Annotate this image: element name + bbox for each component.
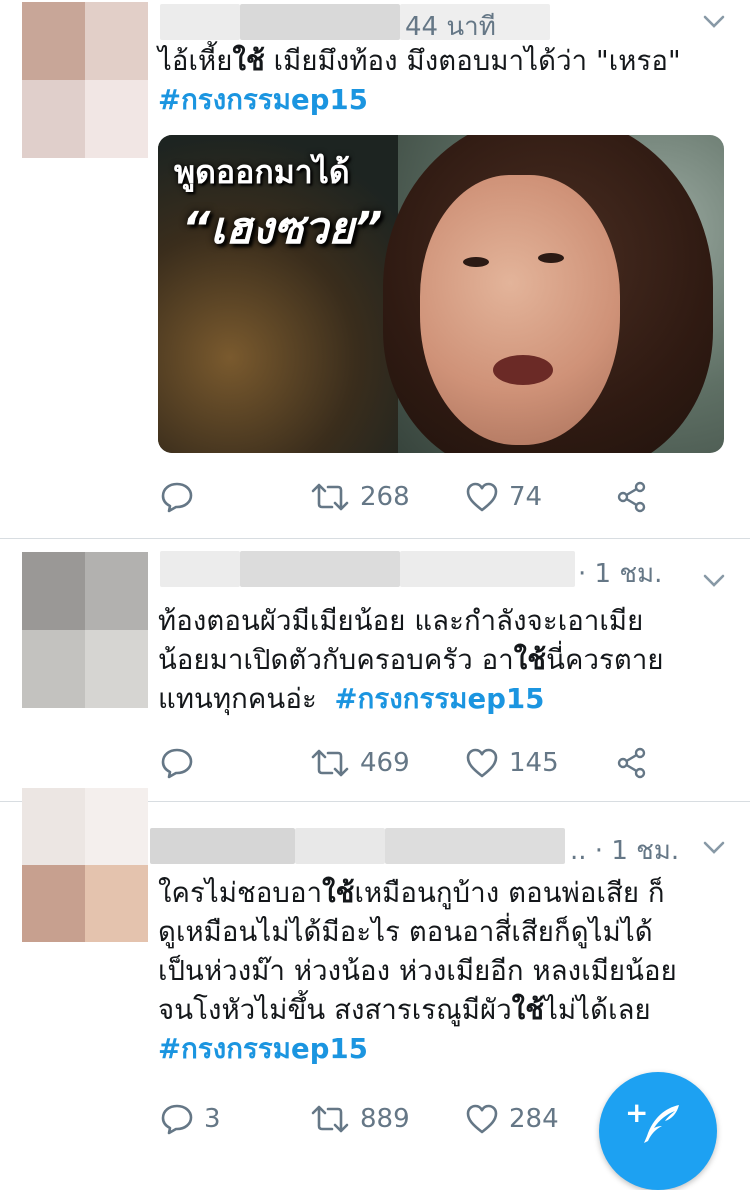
chevron-down-icon[interactable] — [696, 830, 732, 866]
retweet-button[interactable]: 889 — [310, 1099, 410, 1139]
handle-blurred[interactable] — [295, 828, 385, 864]
avatar[interactable] — [22, 2, 148, 158]
retweet-icon — [310, 482, 350, 512]
text-segment: จนโงหัวไม่ขึ้น สงสารเรณูมีผัว — [158, 994, 512, 1026]
action-bar: 3 889 284 — [160, 1099, 660, 1139]
text-segment-bold: ใช้ — [232, 45, 265, 77]
mouth — [493, 355, 553, 385]
tweet-text-line: จนโงหัวไม่ขึ้น สงสารเรณูมีผัวใช้ไม่ได้เล… — [158, 991, 732, 1030]
tweet-text-line: เป็นห่วงม๊า ห่วงน้อง ห่วงเมียอีก หลงเมีย… — [158, 952, 732, 991]
eye-left — [463, 257, 489, 267]
handle-blurred-2[interactable] — [400, 551, 575, 587]
text-segment: ท้องตอนผัวมีเมียน้อย และกำลังจะเอาเมีย — [158, 605, 644, 637]
reply-count: 3 — [204, 1104, 221, 1134]
eye-right — [538, 253, 564, 263]
timestamp[interactable]: · 1 ชม. — [578, 553, 662, 594]
retweet-icon — [310, 1104, 350, 1134]
handle-blurred[interactable] — [240, 4, 400, 40]
tweet-header: 44 นาที — [160, 0, 720, 42]
text-segment: น้อยมาเปิดตัวกับครอบครัว อา — [158, 644, 514, 676]
heart-icon — [465, 747, 499, 779]
tweet-text-line: ท้องตอนผัวมีเมียน้อย และกำลังจะเอาเมีย — [158, 602, 732, 641]
username-blurred[interactable] — [160, 4, 240, 40]
reply-icon — [160, 746, 194, 780]
chevron-down-icon[interactable] — [696, 563, 732, 599]
tweet-media-image[interactable]: พูดออกมาได้ “เฮงซวย” — [158, 135, 724, 453]
like-button[interactable]: 145 — [465, 743, 559, 783]
retweet-count: 268 — [360, 482, 410, 512]
text-segment: ใครไม่ชอบอา — [158, 877, 323, 909]
tweet-text-line: #กรงกรรมep15 — [158, 81, 732, 120]
text-segment: เหมือนกูบ้าง ตอนพ่อเสีย ก็ — [354, 877, 665, 909]
retweet-button[interactable]: 469 — [310, 743, 410, 783]
action-bar: 469 145 — [160, 743, 660, 783]
retweet-count: 889 — [360, 1104, 410, 1134]
reply-button[interactable] — [160, 743, 204, 783]
tweet-text: ใครไม่ชอบอาใช้เหมือนกูบ้าง ตอนพ่อเสีย ก็… — [158, 874, 732, 1069]
tweet-2[interactable]: · 1 ชม. ท้องตอนผัวมีเมียน้อย และกำลังจะเ… — [0, 539, 750, 801]
text-segment-bold: ใช้ — [511, 994, 545, 1026]
share-icon — [615, 480, 649, 514]
share-button[interactable] — [615, 743, 649, 783]
tweet-text: ไอ้เหี้ยใช้ เมียมึงท้อง มึงตอบมาได้ว่า "… — [158, 42, 732, 120]
timestamp[interactable]: 44 นาที — [405, 6, 496, 47]
tweet-text-line: แทนทุกคนอ่ะ #กรงกรรมep15 — [158, 680, 732, 719]
image-caption-line2: “เฮงซวย” — [182, 203, 383, 254]
username-blurred[interactable] — [160, 551, 240, 587]
text-segment: เป็นห่วงม๊า ห่วงน้อง ห่วงเมียอีก หลงเมีย… — [158, 955, 677, 987]
reply-icon — [160, 1102, 194, 1136]
tweet-text-line: ไอ้เหี้ยใช้ เมียมึงท้อง มึงตอบมาได้ว่า "… — [158, 42, 732, 81]
reply-button[interactable] — [160, 477, 204, 517]
text-segment-bold: ใช้ — [322, 877, 355, 909]
share-icon — [615, 746, 649, 780]
like-count: 284 — [509, 1104, 559, 1134]
retweet-icon — [310, 748, 350, 778]
tweet-1[interactable]: 44 นาที ไอ้เหี้ยใช้ เมียมึงท้อง มึงตอบมา… — [0, 0, 750, 538]
text-segment: นี่ควรตาย — [546, 644, 664, 676]
compose-feather-icon: + — [625, 1094, 681, 1150]
like-count: 74 — [509, 482, 543, 512]
retweet-count: 469 — [360, 748, 410, 778]
handle-blurred[interactable] — [240, 551, 400, 587]
hashtag-link[interactable]: #กรงกรรมep15 — [335, 683, 545, 715]
text-segment: แทนทุกคนอ่ะ — [158, 683, 335, 715]
hashtag-link[interactable]: #กรงกรรมep15 — [158, 84, 368, 116]
tweet-text-line: น้อยมาเปิดตัวกับครอบครัว อาใช้นี่ควรตาย — [158, 641, 732, 680]
text-segment: ไอ้เหี้ย — [158, 45, 233, 77]
avatar[interactable] — [22, 552, 148, 708]
reply-button[interactable]: 3 — [160, 1099, 221, 1139]
chevron-down-icon[interactable] — [696, 4, 732, 40]
compose-tweet-button[interactable]: + — [599, 1072, 717, 1190]
text-segment: ดูเหมือนไม่ได้มีอะไร ตอนอาสี่เสียก็ดูไม่… — [158, 916, 653, 948]
heart-icon — [465, 481, 499, 513]
action-bar: 268 74 — [160, 477, 660, 517]
hashtag-link[interactable]: #กรงกรรมep15 — [158, 1033, 368, 1065]
like-button[interactable]: 284 — [465, 1099, 559, 1139]
tweet-text-line: #กรงกรรมep15 — [158, 1030, 732, 1069]
like-button[interactable]: 74 — [465, 477, 542, 517]
face — [420, 175, 620, 445]
handle-blurred-2[interactable] — [385, 828, 565, 864]
retweet-button[interactable]: 268 — [310, 477, 410, 517]
tweet-text-line: ดูเหมือนไม่ได้มีอะไร ตอนอาสี่เสียก็ดูไม่… — [158, 913, 732, 952]
text-segment: ไม่ได้เลย — [544, 994, 651, 1026]
reply-icon — [160, 480, 194, 514]
heart-icon — [465, 1103, 499, 1135]
tweet-text: ท้องตอนผัวมีเมียน้อย และกำลังจะเอาเมีย น… — [158, 602, 732, 719]
text-segment-bold: ใช้ — [513, 644, 547, 676]
avatar[interactable] — [22, 788, 148, 942]
tweet-header: · 1 ชม. — [160, 547, 720, 589]
username-blurred[interactable] — [150, 828, 295, 864]
text-segment: เมียมึงท้อง มึงตอบมาได้ว่า "เหรอ" — [264, 45, 681, 77]
like-count: 145 — [509, 748, 559, 778]
tweet-header: .. · 1 ชม. — [150, 824, 720, 866]
tweet-text-line: ใครไม่ชอบอาใช้เหมือนกูบ้าง ตอนพ่อเสีย ก็ — [158, 874, 732, 913]
timestamp[interactable]: .. · 1 ชม. — [570, 830, 679, 871]
image-caption-line1: พูดออกมาได้ — [174, 153, 350, 191]
share-button[interactable] — [615, 477, 649, 517]
